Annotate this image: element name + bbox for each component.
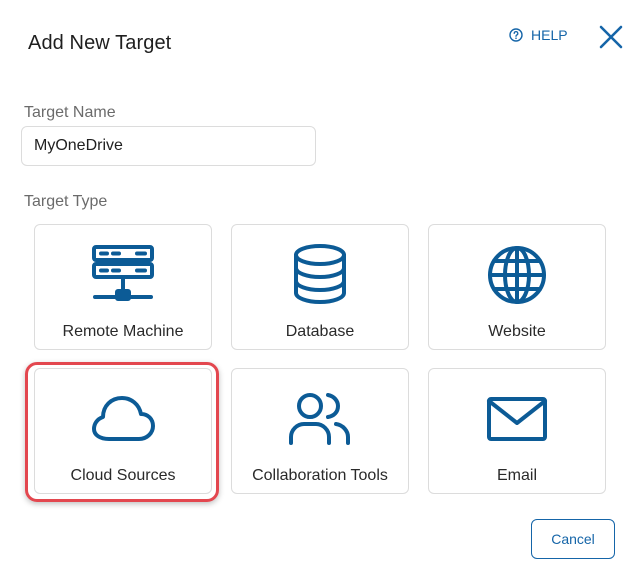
card-label: Remote Machine bbox=[62, 323, 184, 340]
target-type-website[interactable]: Website bbox=[428, 224, 606, 350]
help-link[interactable]: HELP bbox=[509, 27, 568, 43]
target-type-label: Target Type bbox=[24, 193, 108, 210]
card-label: Website bbox=[488, 323, 546, 340]
dialog-title: Add New Target bbox=[28, 32, 172, 54]
globe-icon bbox=[488, 246, 546, 304]
cloud-icon bbox=[92, 396, 155, 441]
target-name-input[interactable] bbox=[21, 126, 316, 166]
envelope-icon bbox=[487, 397, 547, 441]
target-type-remote-machine[interactable]: Remote Machine bbox=[34, 224, 212, 350]
target-type-collaboration-tools[interactable]: Collaboration Tools bbox=[231, 368, 409, 494]
target-type-email[interactable]: Email bbox=[428, 368, 606, 494]
target-type-cloud-sources[interactable]: Cloud Sources bbox=[34, 368, 212, 494]
close-icon[interactable] bbox=[598, 24, 624, 50]
card-label: Cloud Sources bbox=[70, 467, 176, 484]
target-type-database[interactable]: Database bbox=[231, 224, 409, 350]
cancel-button[interactable]: Cancel bbox=[531, 519, 615, 559]
help-label: HELP bbox=[531, 27, 568, 43]
users-icon bbox=[289, 393, 350, 445]
card-label: Collaboration Tools bbox=[252, 467, 388, 484]
target-name-label: Target Name bbox=[24, 104, 116, 121]
help-icon bbox=[509, 28, 523, 42]
database-icon bbox=[294, 244, 346, 304]
card-label: Email bbox=[496, 467, 537, 484]
server-icon bbox=[92, 245, 154, 301]
add-target-dialog: Add New Target HELP Target Name Target T… bbox=[0, 0, 640, 584]
card-label: Database bbox=[285, 323, 355, 340]
